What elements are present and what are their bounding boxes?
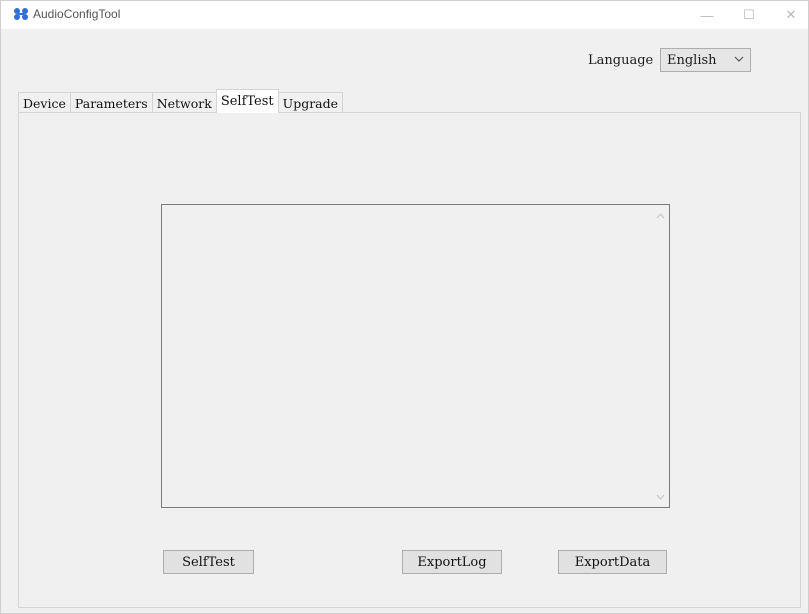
audio-config-icon xyxy=(13,6,29,22)
language-select[interactable]: English xyxy=(660,48,751,72)
language-selected-value: English xyxy=(667,52,717,68)
tab-device[interactable]: Device xyxy=(18,92,71,113)
app-window: AudioConfigTool — ☐ ✕ Language English D… xyxy=(0,0,809,614)
selftest-button[interactable]: SelfTest xyxy=(163,550,254,574)
minimize-button[interactable]: — xyxy=(687,1,727,29)
log-scrollbar[interactable] xyxy=(652,205,669,507)
window-title: AudioConfigTool xyxy=(33,7,121,21)
tab-upgrade[interactable]: Upgrade xyxy=(277,92,344,113)
close-button[interactable]: ✕ xyxy=(771,1,809,29)
language-label: Language xyxy=(588,53,654,68)
chevron-down-icon xyxy=(734,52,744,69)
scroll-up-arrow-icon[interactable] xyxy=(652,207,669,224)
tab-selftest[interactable]: SelfTest xyxy=(215,89,279,113)
title-bar[interactable]: AudioConfigTool — ☐ ✕ xyxy=(1,1,808,29)
maximize-button[interactable]: ☐ xyxy=(729,1,769,29)
selftest-log-textarea[interactable] xyxy=(161,204,670,508)
tab-network[interactable]: Network xyxy=(151,92,217,113)
tab-bar: Device Parameters Network SelfTest Upgra… xyxy=(18,89,344,113)
scroll-down-arrow-icon[interactable] xyxy=(652,488,669,505)
tab-parameters[interactable]: Parameters xyxy=(69,92,153,113)
export-log-button[interactable]: ExportLog xyxy=(402,550,502,574)
export-data-button[interactable]: ExportData xyxy=(558,550,667,574)
